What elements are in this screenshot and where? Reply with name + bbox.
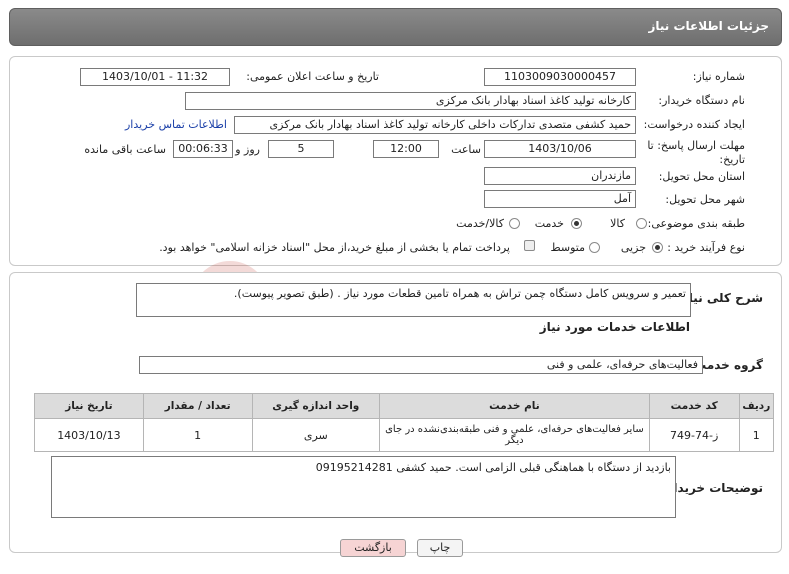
table-row[interactable]: 1 ز-74-749 سایر فعالیت‌های حرفه‌ای، علمی… bbox=[34, 418, 775, 452]
back-button[interactable]: بازگشت bbox=[340, 539, 406, 557]
need-number-field[interactable]: 1103009030000457 bbox=[484, 68, 636, 86]
table-header-row: ردیف کد خدمت نام خدمت واحد اندازه گیری ت… bbox=[34, 393, 775, 419]
cell-unit: سری bbox=[251, 418, 381, 452]
col-unit: واحد اندازه گیری bbox=[251, 393, 381, 419]
city-field[interactable]: آمل bbox=[484, 190, 636, 208]
category-option-service: خدمت bbox=[534, 217, 564, 230]
contact-info-link[interactable]: اطلاعات تماس خریدار bbox=[125, 118, 227, 131]
process-label: نوع فرآیند خرید : bbox=[667, 241, 745, 254]
process-option-medium: متوسط bbox=[550, 241, 585, 254]
city-label: شهر محل تحویل: bbox=[665, 193, 745, 206]
cell-quantity: 1 bbox=[142, 418, 253, 452]
category-option-goods-service: کالا/خدمت bbox=[456, 217, 504, 230]
deadline-label: مهلت ارسال پاسخ: تا تاریخ: bbox=[647, 139, 745, 166]
page-header: جزئیات اطلاعات نیاز bbox=[9, 8, 782, 46]
cell-need-date: 1403/10/13 bbox=[34, 418, 144, 452]
category-label: طبقه بندی موضوعی: bbox=[647, 217, 745, 230]
cell-service-code: ز-74-749 bbox=[648, 418, 740, 452]
services-section-title: اطلاعات خدمات مورد نیاز bbox=[539, 320, 690, 334]
process-option-minor: جزیی bbox=[620, 241, 646, 254]
remaining-label: ساعت باقی مانده bbox=[84, 143, 166, 156]
cell-service-name: سایر فعالیت‌های حرفه‌ای، علمی و فنی طبقه… bbox=[379, 418, 650, 452]
col-need-date: تاریخ نیاز bbox=[34, 393, 144, 419]
buyer-notes-textarea[interactable]: بازدید از دستگاه با هماهنگی قبلی الزامی … bbox=[51, 456, 676, 518]
remaining-time-field[interactable]: 00:06:33 bbox=[173, 140, 233, 158]
buyer-org-label: نام دستگاه خریدار: bbox=[658, 94, 745, 107]
col-service-code: کد خدمت bbox=[648, 393, 740, 419]
category-radio-service[interactable] bbox=[571, 218, 582, 229]
deadline-time-label: ساعت bbox=[451, 143, 481, 156]
announce-field[interactable]: 1403/10/01 - 11:32 bbox=[80, 68, 230, 86]
category-radio-goods-service[interactable] bbox=[509, 218, 520, 229]
deadline-time-field[interactable]: 12:00 bbox=[373, 140, 439, 158]
province-label: استان محل تحویل: bbox=[658, 170, 745, 183]
cell-row: 1 bbox=[738, 418, 775, 452]
buyer-org-field[interactable]: کارخانه تولید کاغذ اسناد بهادار بانک مرک… bbox=[185, 92, 636, 110]
days-field[interactable]: 5 bbox=[268, 140, 334, 158]
col-service-name: نام خدمت bbox=[379, 393, 650, 419]
category-radio-goods[interactable] bbox=[636, 218, 647, 229]
province-field[interactable]: مازندران bbox=[484, 167, 636, 185]
process-radio-medium[interactable] bbox=[589, 242, 600, 253]
payment-note: پرداخت تمام یا بخشی از مبلغ خرید،از محل … bbox=[159, 241, 510, 254]
announce-label: تاریخ و ساعت اعلان عمومی: bbox=[246, 70, 379, 83]
col-row: ردیف bbox=[738, 393, 775, 419]
print-button[interactable]: چاپ bbox=[417, 539, 463, 557]
deadline-date-field[interactable]: 1403/10/06 bbox=[484, 140, 636, 158]
description-textarea[interactable]: تعمیر و سرویس کامل دستگاه چمن تراش به هم… bbox=[136, 283, 691, 317]
page-title: جزئیات اطلاعات نیاز bbox=[648, 19, 769, 33]
process-radio-minor[interactable] bbox=[652, 242, 663, 253]
buyer-notes-label: توضیحات خریدار: bbox=[661, 481, 763, 495]
requester-label: ایجاد کننده درخواست: bbox=[643, 118, 745, 131]
days-label: روز و bbox=[235, 143, 260, 156]
col-quantity: تعداد / مقدار bbox=[142, 393, 253, 419]
service-group-field[interactable]: فعالیت‌های حرفه‌ای، علمی و فنی bbox=[139, 356, 703, 374]
category-option-goods: کالا bbox=[610, 217, 625, 230]
requester-field[interactable]: حمید کشفی متصدی تدارکات داخلی کارخانه تو… bbox=[234, 116, 636, 134]
need-number-label: شماره نیاز: bbox=[692, 70, 745, 83]
treasury-bonds-checkbox[interactable] bbox=[524, 240, 535, 251]
services-table: ردیف کد خدمت نام خدمت واحد اندازه گیری ت… bbox=[34, 393, 775, 452]
